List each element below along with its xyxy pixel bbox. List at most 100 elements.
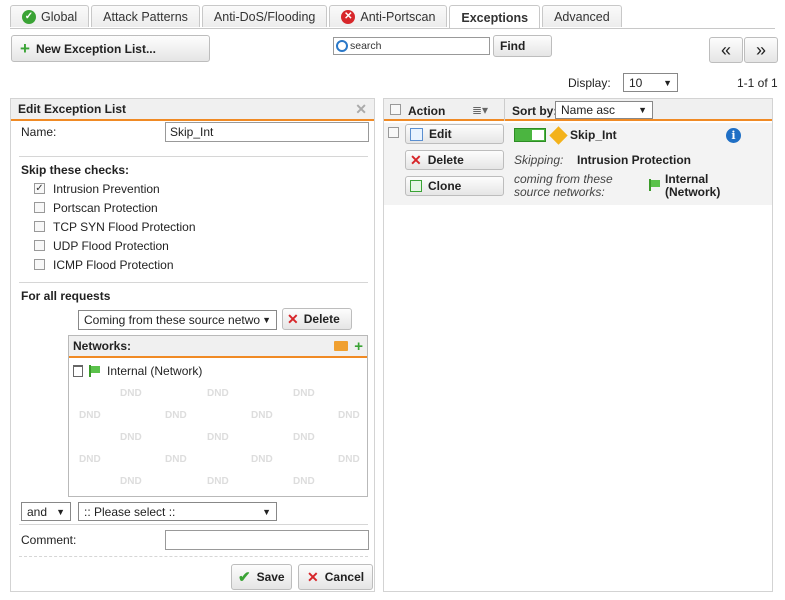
drop-zone-text: DND: [251, 454, 273, 465]
drop-zone-text: DND: [251, 410, 273, 421]
folder-icon[interactable]: [334, 341, 349, 351]
divider: [19, 556, 368, 557]
previous-page-button[interactable]: «: [709, 37, 743, 63]
network-flag-icon: [649, 179, 661, 191]
dropdown-arrow-icon: ▼: [262, 506, 271, 517]
item-name: Skip_Int: [570, 128, 617, 142]
drop-zone-text: DND: [165, 454, 187, 465]
trash-icon[interactable]: [73, 365, 83, 377]
source-value: Internal (Network): [665, 172, 721, 199]
plus-icon: +: [20, 39, 30, 58]
save-button[interactable]: ✔ Save: [231, 564, 292, 590]
tab-advanced[interactable]: Advanced: [542, 5, 622, 27]
cancel-icon: ✕: [307, 569, 319, 585]
check-icon: ✓: [22, 9, 36, 24]
column-menu-icon[interactable]: ≣▾: [472, 103, 488, 117]
networks-box: Networks: + Internal (Network) DND DND D…: [68, 335, 368, 497]
dropdown-arrow-icon: ▼: [56, 506, 65, 517]
exception-list-panel: Action ≣▾ Sort by: Name asc ▼ Edit ✕ Dele…: [383, 98, 773, 592]
new-exception-list-button[interactable]: + New Exception List...: [11, 35, 210, 62]
checkbox[interactable]: [34, 221, 45, 232]
source-label: coming from these source networks:: [514, 172, 613, 199]
item-checkbox[interactable]: [388, 127, 399, 138]
skip-checks-list: ✓ Intrusion Prevention Portscan Protectio…: [34, 179, 196, 274]
info-icon[interactable]: i: [726, 128, 741, 143]
checkbox[interactable]: [34, 259, 45, 270]
drop-zone-text: DND: [207, 388, 229, 399]
add-icon[interactable]: +: [354, 339, 363, 354]
pager-text: 1-1 of 1: [737, 76, 778, 90]
divider: [19, 282, 368, 283]
drop-zone-text: DND: [79, 410, 101, 421]
search-input[interactable]: search: [333, 37, 490, 55]
clone-button[interactable]: Clone: [405, 176, 504, 196]
and-select[interactable]: and ▼: [21, 502, 71, 521]
check-intrusion-prevention[interactable]: ✓ Intrusion Prevention: [34, 179, 196, 198]
delete-icon: ✕: [410, 152, 422, 168]
comment-label: Comment:: [21, 533, 77, 547]
condition-select[interactable]: Coming from these source netwo ▼: [78, 310, 277, 330]
check-icmp-flood[interactable]: ICMP Flood Protection: [34, 255, 196, 274]
select-all-checkbox[interactable]: [390, 104, 401, 115]
drop-zone-text: DND: [338, 454, 360, 465]
drop-zone-text: DND: [338, 410, 360, 421]
check-icon: ✔: [238, 569, 251, 586]
panel-header: Edit Exception List ✕: [11, 99, 374, 121]
drop-zone-text: DND: [165, 410, 187, 421]
drop-zone-text: DND: [120, 432, 142, 443]
close-icon[interactable]: ✕: [355, 101, 367, 118]
tab-anti-portscan[interactable]: ✕ Anti-Portscan: [329, 5, 448, 27]
all-requests-heading: For all requests: [21, 289, 111, 303]
network-item[interactable]: Internal (Network): [73, 364, 202, 378]
checkbox[interactable]: [34, 240, 45, 251]
enabled-toggle[interactable]: [514, 128, 546, 142]
clone-icon: [410, 180, 422, 192]
tab-divider: [10, 28, 775, 29]
delete-button[interactable]: ✕ Delete: [405, 150, 504, 170]
skipping-label: Skipping:: [514, 153, 564, 167]
find-button[interactable]: Find: [493, 35, 552, 57]
check-udp-flood[interactable]: UDP Flood Protection: [34, 236, 196, 255]
skip-checks-heading: Skip these checks:: [21, 163, 130, 177]
tab-attack-patterns[interactable]: Attack Patterns: [91, 5, 200, 27]
drop-zone-text: DND: [120, 388, 142, 399]
checkbox[interactable]: ✓: [34, 183, 45, 194]
edit-icon: [410, 127, 423, 141]
list-header: Action ≣▾ Sort by: Name asc ▼: [384, 99, 772, 121]
check-tcp-syn-flood[interactable]: TCP SYN Flood Protection: [34, 217, 196, 236]
tab-bar: ✓ Global Attack Patterns Anti-DoS/Floodi…: [10, 5, 622, 29]
comment-field[interactable]: [165, 530, 369, 550]
drop-zone-text: DND: [293, 476, 315, 487]
delete-icon: ✕: [287, 311, 299, 327]
sort-select[interactable]: Name asc ▼: [555, 101, 653, 119]
dropdown-arrow-icon: ▼: [663, 77, 672, 88]
edit-exception-panel: Edit Exception List ✕ Name: Skip_Int Ski…: [10, 98, 375, 592]
dropdown-arrow-icon: ▼: [262, 315, 271, 325]
drop-zone-text: DND: [207, 432, 229, 443]
drop-zone-text: DND: [207, 476, 229, 487]
drop-zone-text: DND: [120, 476, 142, 487]
drop-zone-text: DND: [293, 388, 315, 399]
networks-header: Networks: +: [69, 336, 367, 358]
dropdown-arrow-icon: ▼: [638, 105, 647, 115]
cancel-button[interactable]: ✕ Cancel: [298, 564, 373, 590]
error-icon: ✕: [341, 9, 356, 24]
name-field[interactable]: Skip_Int: [165, 122, 369, 142]
delete-condition-button[interactable]: ✕ Delete: [282, 308, 352, 330]
check-portscan-protection[interactable]: Portscan Protection: [34, 198, 196, 217]
tab-exceptions[interactable]: Exceptions: [449, 5, 541, 29]
display-label: Display:: [568, 76, 611, 90]
tab-anti-dos[interactable]: Anti-DoS/Flooding: [201, 5, 328, 27]
display-count-select[interactable]: 10 ▼: [623, 73, 678, 92]
search-icon: [336, 40, 348, 52]
network-flag-icon: [89, 365, 101, 377]
skipping-value: Intrusion Protection: [577, 153, 691, 167]
edit-button[interactable]: Edit: [405, 124, 504, 144]
tab-global[interactable]: ✓ Global: [10, 5, 90, 27]
next-page-button[interactable]: »: [744, 37, 778, 63]
list-item: Edit ✕ Delete Clone Skip_Int i Skipping:…: [384, 123, 772, 205]
divider: [19, 524, 368, 525]
warning-icon: [549, 126, 568, 145]
please-select-dropdown[interactable]: :: Please select :: ▼: [78, 502, 277, 521]
checkbox[interactable]: [34, 202, 45, 213]
